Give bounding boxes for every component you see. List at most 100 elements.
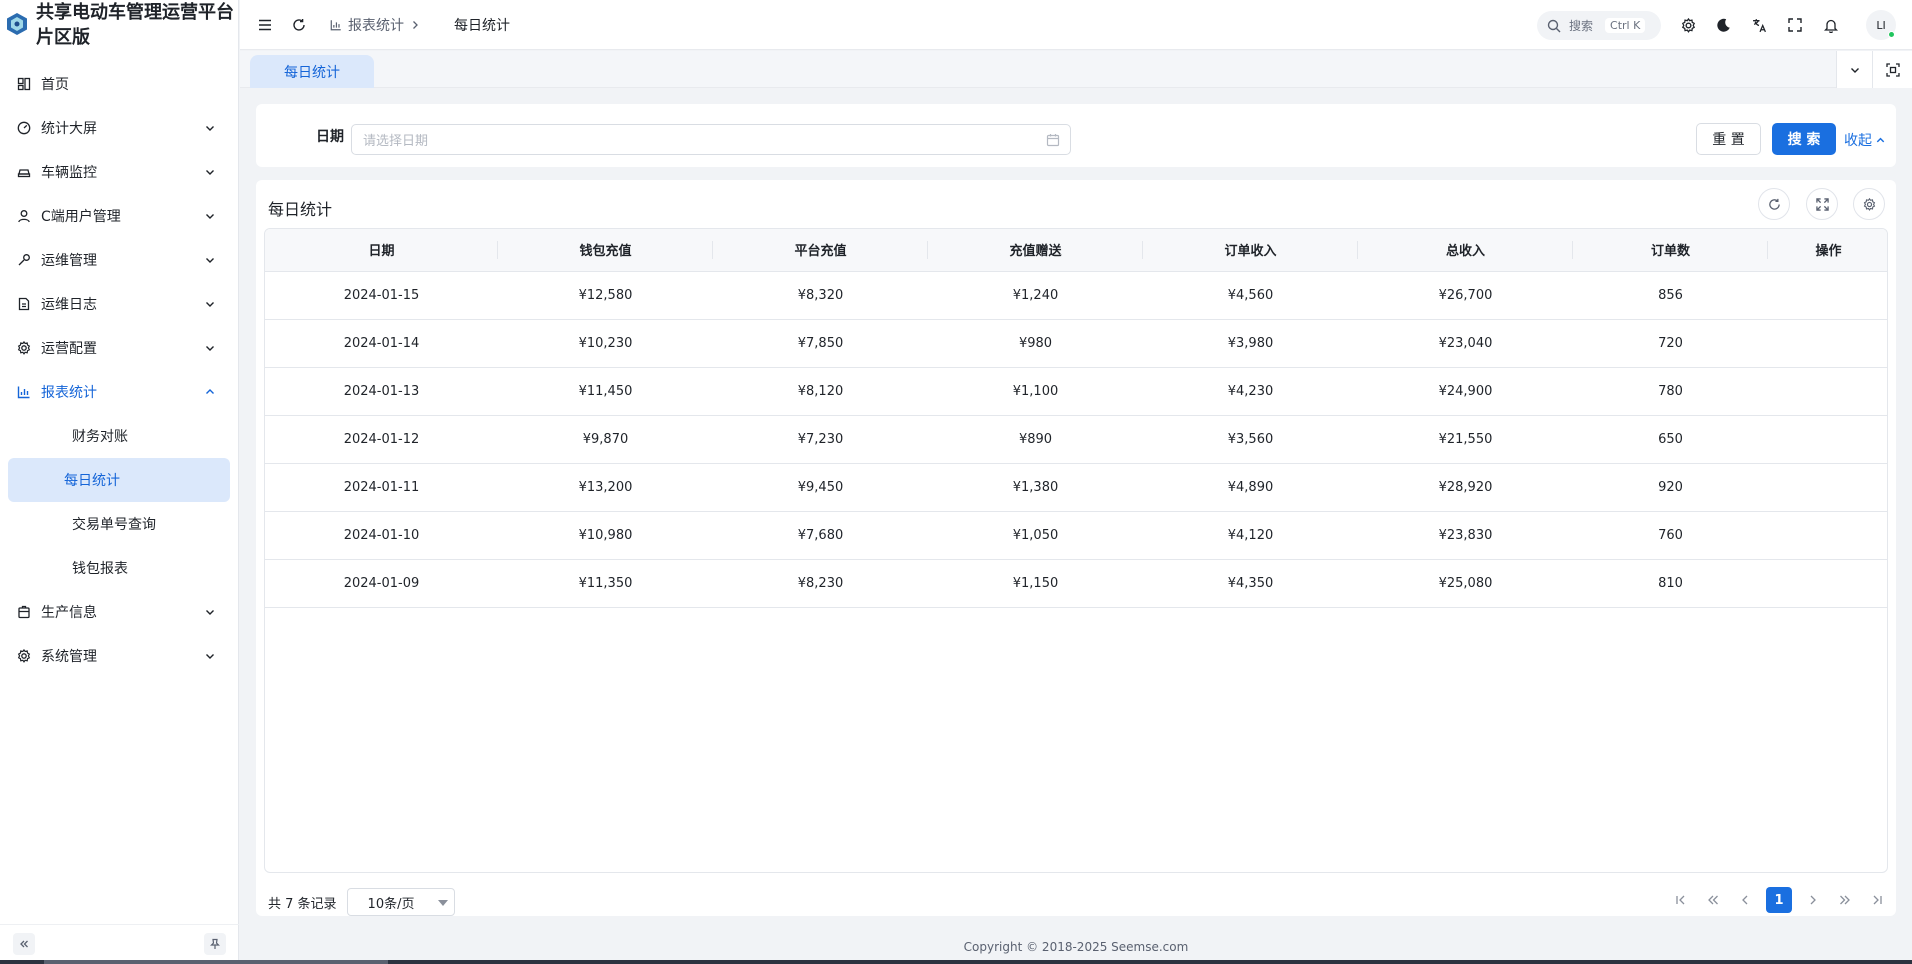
cell-actions [1768, 415, 1887, 463]
breadcrumb-parent-label: 报表统计 [348, 18, 404, 34]
total-records: 共 7 条记录 [268, 896, 337, 912]
translate-icon [1752, 18, 1766, 32]
column-header-date[interactable]: 日期 [265, 229, 498, 272]
cell-wallet-recharge: ¥13,200 [578, 479, 633, 495]
sidebar-subitem-daily-stats[interactable]: 每日统计 [8, 458, 230, 502]
cell-total-income: ¥28,920 [1438, 479, 1493, 495]
sidebar-item-home[interactable]: 首页 [0, 62, 238, 106]
pin-sidebar-button[interactable] [204, 933, 226, 955]
user-avatar[interactable]: LI [1866, 10, 1896, 40]
card-title: 每日统计 [268, 200, 333, 219]
sidebar-item-reports[interactable]: 报表统计 [0, 370, 238, 414]
chevron-down-icon [206, 126, 214, 131]
table-row[interactable]: 2024-01-15 ¥12,580 ¥8,320 ¥1,240 ¥4,560 ¥26,7… [265, 271, 1887, 319]
table-fullscreen-button[interactable] [1806, 188, 1838, 220]
tabs-bar: 每日统计 [240, 51, 1912, 88]
prev-group-button[interactable] [1702, 887, 1724, 913]
table-row[interactable]: 2024-01-14 ¥10,230 ¥7,850 ¥980 ¥3,980 ¥23,040… [265, 319, 1887, 367]
sidebar-item-operation-config[interactable]: 运营配置 [0, 326, 238, 370]
column-header-order-income[interactable]: 订单收入 [1143, 229, 1358, 272]
menu-toggle-button[interactable] [254, 14, 276, 36]
tabs-dropdown-button[interactable] [1836, 51, 1872, 88]
table-row[interactable]: 2024-01-09 ¥11,350 ¥8,230 ¥1,150 ¥4,350 ¥25,0… [265, 559, 1887, 607]
table-settings-button[interactable] [1853, 188, 1885, 220]
cell-platform-recharge: ¥7,850 [797, 335, 844, 351]
refresh-page-button[interactable] [288, 14, 310, 36]
cell-date: 2024-01-14 [343, 335, 420, 351]
column-header-wallet-recharge[interactable]: 钱包充值 [498, 229, 713, 272]
sidebar-item-production-info[interactable]: 生产信息 [0, 590, 238, 634]
column-header-recharge-bonus[interactable]: 充值赠送 [928, 229, 1143, 272]
sidebar-subitem-transaction-query[interactable]: 交易单号查询 [8, 502, 230, 546]
chevron-down-icon [206, 170, 214, 175]
cell-order-count: 856 [1658, 287, 1683, 303]
chevron-right-icon [413, 21, 418, 29]
page-size-select[interactable]: 10条/页 [346, 888, 455, 916]
cell-order-income: ¥3,560 [1227, 431, 1274, 447]
sidebar-item-dashboard[interactable]: 统计大屏 [0, 106, 238, 150]
table-row[interactable]: 2024-01-12 ¥9,870 ¥7,230 ¥890 ¥3,560 ¥21,550 6… [265, 415, 1887, 463]
moon-icon [1716, 18, 1730, 32]
column-header-total-income[interactable]: 总收入 [1358, 229, 1573, 272]
next-group-button[interactable] [1834, 887, 1856, 913]
prev-page-button[interactable] [1734, 887, 1756, 913]
date-picker-input[interactable]: 请选择日期 [351, 124, 1071, 155]
notifications-button[interactable] [1820, 14, 1842, 36]
fullscreen-icon [1788, 18, 1802, 32]
collapse-filter-button[interactable]: 收起 [1844, 130, 1886, 150]
cell-date: 2024-01-09 [343, 575, 420, 591]
cell-actions [1768, 463, 1887, 511]
column-header-order-count[interactable]: 订单数 [1573, 229, 1768, 272]
sidebar-subitem-wallet-report[interactable]: 钱包报表 [8, 546, 230, 590]
daily-stats-card: 每日统计 日期 钱包充值 平台充值 充值赠送 订单收入 总收入 订单数 操作 2… [256, 180, 1896, 916]
sidebar-item-system-management[interactable]: 系统管理 [0, 634, 238, 678]
chevron-down-icon [206, 610, 214, 615]
sidebar-item-maintenance-log[interactable]: 运维日志 [0, 282, 238, 326]
chevron-down-icon [1850, 67, 1859, 73]
sidebar-item-c-users[interactable]: C端用户管理 [0, 194, 238, 238]
cell-order-count: 760 [1658, 527, 1683, 543]
dark-mode-toggle[interactable] [1712, 14, 1734, 36]
language-button[interactable] [1748, 14, 1770, 36]
brand-title-line2: 片区版 [36, 27, 90, 48]
table-row[interactable]: 2024-01-10 ¥10,980 ¥7,680 ¥1,050 ¥4,120 ¥23,8… [265, 511, 1887, 559]
column-header-platform-recharge[interactable]: 平台充值 [713, 229, 928, 272]
cell-platform-recharge: ¥8,230 [797, 575, 844, 591]
sidebar-menu: 首页 统计大屏 车辆监控 C端用户管理 运维管理 运维日志 运营配置 报表统计 … [0, 62, 238, 678]
fullscreen-button[interactable] [1784, 14, 1806, 36]
last-page-button[interactable] [1866, 887, 1888, 913]
search-button[interactable]: 搜 索 [1772, 123, 1836, 155]
sidebar-footer [0, 924, 239, 964]
user-icon [17, 209, 31, 223]
next-page-button[interactable] [1802, 887, 1824, 913]
page-number-button[interactable]: 1 [1766, 887, 1792, 913]
reset-button[interactable]: 重 置 [1696, 123, 1761, 155]
brand-title-line1: 共享电动车管理运营平台 [36, 2, 234, 23]
date-picker-placeholder: 请选择日期 [363, 134, 429, 149]
table-row[interactable]: 2024-01-13 ¥11,450 ¥8,120 ¥1,100 ¥4,230 ¥24,9… [265, 367, 1887, 415]
chevron-up-icon [206, 389, 214, 394]
breadcrumb-parent[interactable]: 报表统计 [330, 15, 420, 35]
table-row[interactable]: 2024-01-11 ¥13,200 ¥9,450 ¥1,380 ¥4,890 ¥28,9… [265, 463, 1887, 511]
cell-recharge-bonus: ¥1,380 [1012, 479, 1059, 495]
brand-title: 共享电动车管理运营平台 片区版 [36, 0, 238, 50]
cell-platform-recharge: ¥7,230 [797, 431, 844, 447]
cell-recharge-bonus: ¥1,100 [1012, 383, 1059, 399]
table-header-row: 日期 钱包充值 平台充值 充值赠送 订单收入 总收入 订单数 操作 [265, 229, 1887, 272]
expand-icon [1815, 197, 1829, 211]
car-icon [17, 165, 31, 179]
collapse-sidebar-button[interactable] [13, 933, 35, 955]
first-page-button[interactable] [1670, 887, 1692, 913]
sidebar-subitem-financial-reconciliation[interactable]: 财务对账 [8, 414, 230, 458]
sidebar-item-label: 运营配置 [41, 341, 97, 357]
data-table-container: 日期 钱包充值 平台充值 充值赠送 订单收入 总收入 订单数 操作 2024-0… [264, 228, 1888, 873]
table-refresh-button[interactable] [1758, 188, 1790, 220]
sidebar-item-maintenance[interactable]: 运维管理 [0, 238, 238, 282]
box-icon [17, 605, 31, 619]
settings-button[interactable] [1677, 14, 1699, 36]
global-search-button[interactable]: 搜索 Ctrl K [1537, 11, 1661, 40]
tab-daily-stats[interactable]: 每日统计 [250, 55, 374, 88]
breadcrumb-current: 每日统计 [454, 18, 510, 34]
sidebar-item-vehicle-monitor[interactable]: 车辆监控 [0, 150, 238, 194]
tab-maximize-button[interactable] [1872, 51, 1912, 88]
